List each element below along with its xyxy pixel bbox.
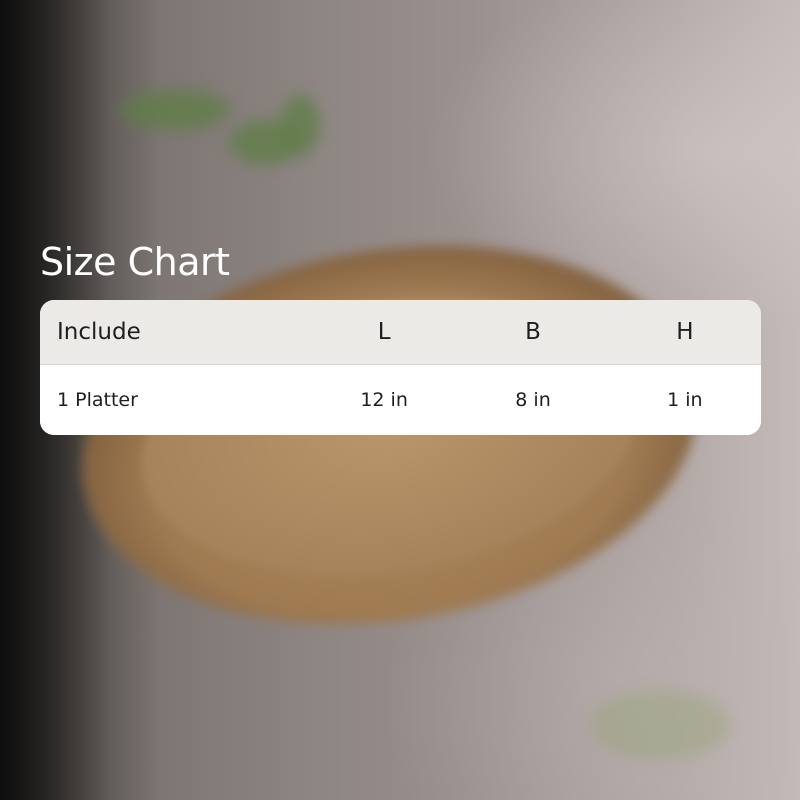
header-height: H — [676, 319, 694, 345]
leaf-blur — [280, 95, 320, 155]
cell-height: 1 in — [667, 389, 703, 411]
header-length: L — [377, 319, 391, 345]
header-include: Include — [57, 319, 141, 345]
table-row: 1 Platter 12 in 8 in 1 in — [40, 365, 761, 435]
leaf-blur — [590, 690, 730, 760]
table-header-row: Include L B H — [40, 300, 761, 365]
cell-breadth: 8 in — [515, 389, 551, 411]
cell-include: 1 Platter — [57, 389, 138, 411]
cell-length: 12 in — [360, 389, 408, 411]
size-table: Include L B H 1 Platter 12 in 8 in 1 in — [40, 300, 761, 435]
leaf-blur — [120, 90, 230, 130]
page-title: Size Chart — [40, 240, 230, 284]
header-breadth: B — [525, 319, 541, 345]
